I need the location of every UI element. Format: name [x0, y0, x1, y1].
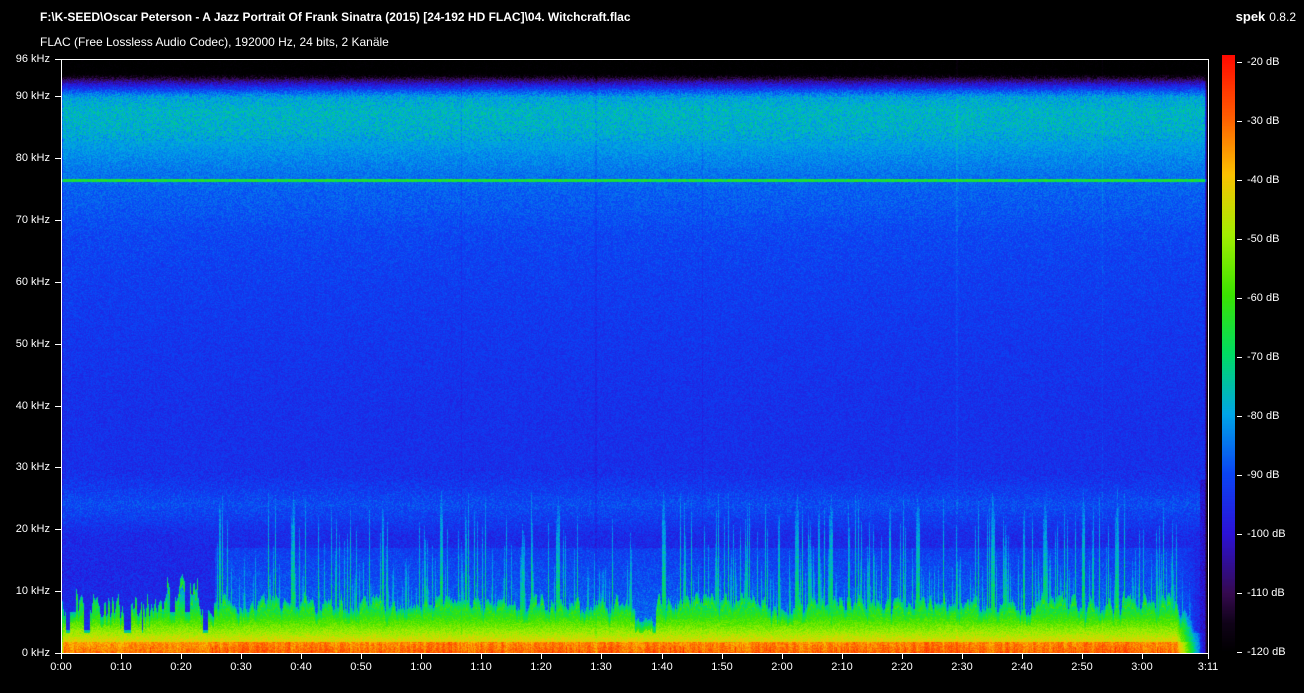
freq-tick-label: 80 kHz — [15, 152, 50, 164]
time-tick — [601, 654, 602, 659]
freq-tick — [55, 344, 61, 345]
time-tick-label: 0:20 — [170, 661, 192, 673]
db-tick-label: -60 dB — [1247, 292, 1280, 304]
db-tick-label: -40 dB — [1247, 174, 1280, 186]
time-tick-label: 2:40 — [1011, 661, 1033, 673]
freq-tick-label: 20 kHz — [15, 523, 50, 535]
file-path-title: F:\K-SEED\Oscar Peterson - A Jazz Portra… — [40, 10, 631, 24]
spek-window: { "header": { "file_path": "F:\\K-SEED\\… — [0, 0, 1304, 693]
time-tick-label: 0:00 — [50, 661, 72, 673]
time-tick-label: 2:20 — [891, 661, 913, 673]
time-tick-label: 0:40 — [290, 661, 312, 673]
db-tick — [1237, 593, 1242, 594]
time-tick-label: 2:00 — [771, 661, 793, 673]
db-tick — [1237, 534, 1242, 535]
db-tick-label: -110 dB — [1247, 587, 1285, 599]
time-tick-label: 1:20 — [530, 661, 552, 673]
time-tick-label: 1:30 — [590, 661, 612, 673]
time-tick — [121, 654, 122, 659]
time-tick — [241, 654, 242, 659]
freq-tick-label: 10 kHz — [15, 585, 50, 597]
freq-tick — [55, 591, 61, 592]
app-brand: spek 0.8.2 — [1236, 9, 1296, 24]
time-tick — [1208, 654, 1209, 659]
file-info-subtitle: FLAC (Free Lossless Audio Codec), 192000… — [40, 35, 389, 49]
spectrogram-frame — [61, 59, 1209, 654]
db-tick-label: -50 dB — [1247, 233, 1280, 245]
freq-tick — [55, 96, 61, 97]
time-tick-label: 2:30 — [951, 661, 973, 673]
time-tick — [421, 654, 422, 659]
legend-colorbar — [1222, 55, 1235, 654]
db-tick-label: -80 dB — [1247, 410, 1280, 422]
app-version: 0.8.2 — [1269, 10, 1296, 24]
time-tick — [361, 654, 362, 659]
db-tick-label: -70 dB — [1247, 351, 1280, 363]
time-tick-label: 2:10 — [831, 661, 853, 673]
freq-tick — [55, 467, 61, 468]
time-tick-label: 0:30 — [230, 661, 252, 673]
app-name: spek — [1235, 9, 1266, 24]
time-tick-label: 1:00 — [410, 661, 432, 673]
time-tick — [782, 654, 783, 659]
db-tick-label: -30 dB — [1247, 115, 1280, 127]
db-tick — [1237, 62, 1242, 63]
db-tick — [1237, 652, 1242, 653]
time-tick-label: 0:10 — [110, 661, 132, 673]
time-tick — [1082, 654, 1083, 659]
freq-tick — [55, 406, 61, 407]
freq-tick — [55, 529, 61, 530]
time-tick-label: 3:00 — [1131, 661, 1153, 673]
db-tick — [1237, 239, 1242, 240]
time-tick — [842, 654, 843, 659]
freq-tick — [55, 59, 61, 60]
db-tick — [1237, 180, 1242, 181]
db-tick — [1237, 298, 1242, 299]
freq-tick — [55, 220, 61, 221]
db-tick-label: -120 dB — [1247, 646, 1286, 658]
time-tick — [1142, 654, 1143, 659]
time-tick-label: 1:40 — [651, 661, 673, 673]
time-tick — [181, 654, 182, 659]
time-tick — [962, 654, 963, 659]
db-tick — [1237, 416, 1242, 417]
time-tick — [301, 654, 302, 659]
freq-tick-label: 0 kHz — [21, 647, 50, 659]
time-tick — [481, 654, 482, 659]
db-tick-label: -100 dB — [1247, 528, 1286, 540]
freq-tick-label: 60 kHz — [15, 276, 50, 288]
freq-tick-label: 90 kHz — [15, 90, 50, 102]
freq-tick-label: 40 kHz — [15, 400, 50, 412]
freq-tick-label: 50 kHz — [15, 338, 50, 350]
db-tick — [1237, 357, 1242, 358]
db-tick — [1237, 121, 1242, 122]
freq-tick-label: 96 kHz — [15, 53, 50, 65]
time-tick — [902, 654, 903, 659]
db-tick-label: -90 dB — [1247, 469, 1280, 481]
freq-tick-label: 30 kHz — [15, 461, 50, 473]
time-tick-label: 1:10 — [470, 661, 492, 673]
time-tick-label: 0:50 — [350, 661, 372, 673]
db-tick — [1237, 475, 1242, 476]
time-tick — [662, 654, 663, 659]
time-tick-label: 2:50 — [1071, 661, 1093, 673]
spectrogram-canvas — [62, 60, 1208, 653]
time-tick — [541, 654, 542, 659]
time-tick-label: 1:50 — [711, 661, 733, 673]
freq-tick — [55, 158, 61, 159]
time-tick-label: 3:11 — [1197, 661, 1219, 673]
freq-tick — [55, 282, 61, 283]
db-tick-label: -20 dB — [1247, 56, 1280, 68]
time-tick — [722, 654, 723, 659]
freq-tick-label: 70 kHz — [15, 214, 50, 226]
time-tick — [1022, 654, 1023, 659]
time-tick — [61, 654, 62, 659]
